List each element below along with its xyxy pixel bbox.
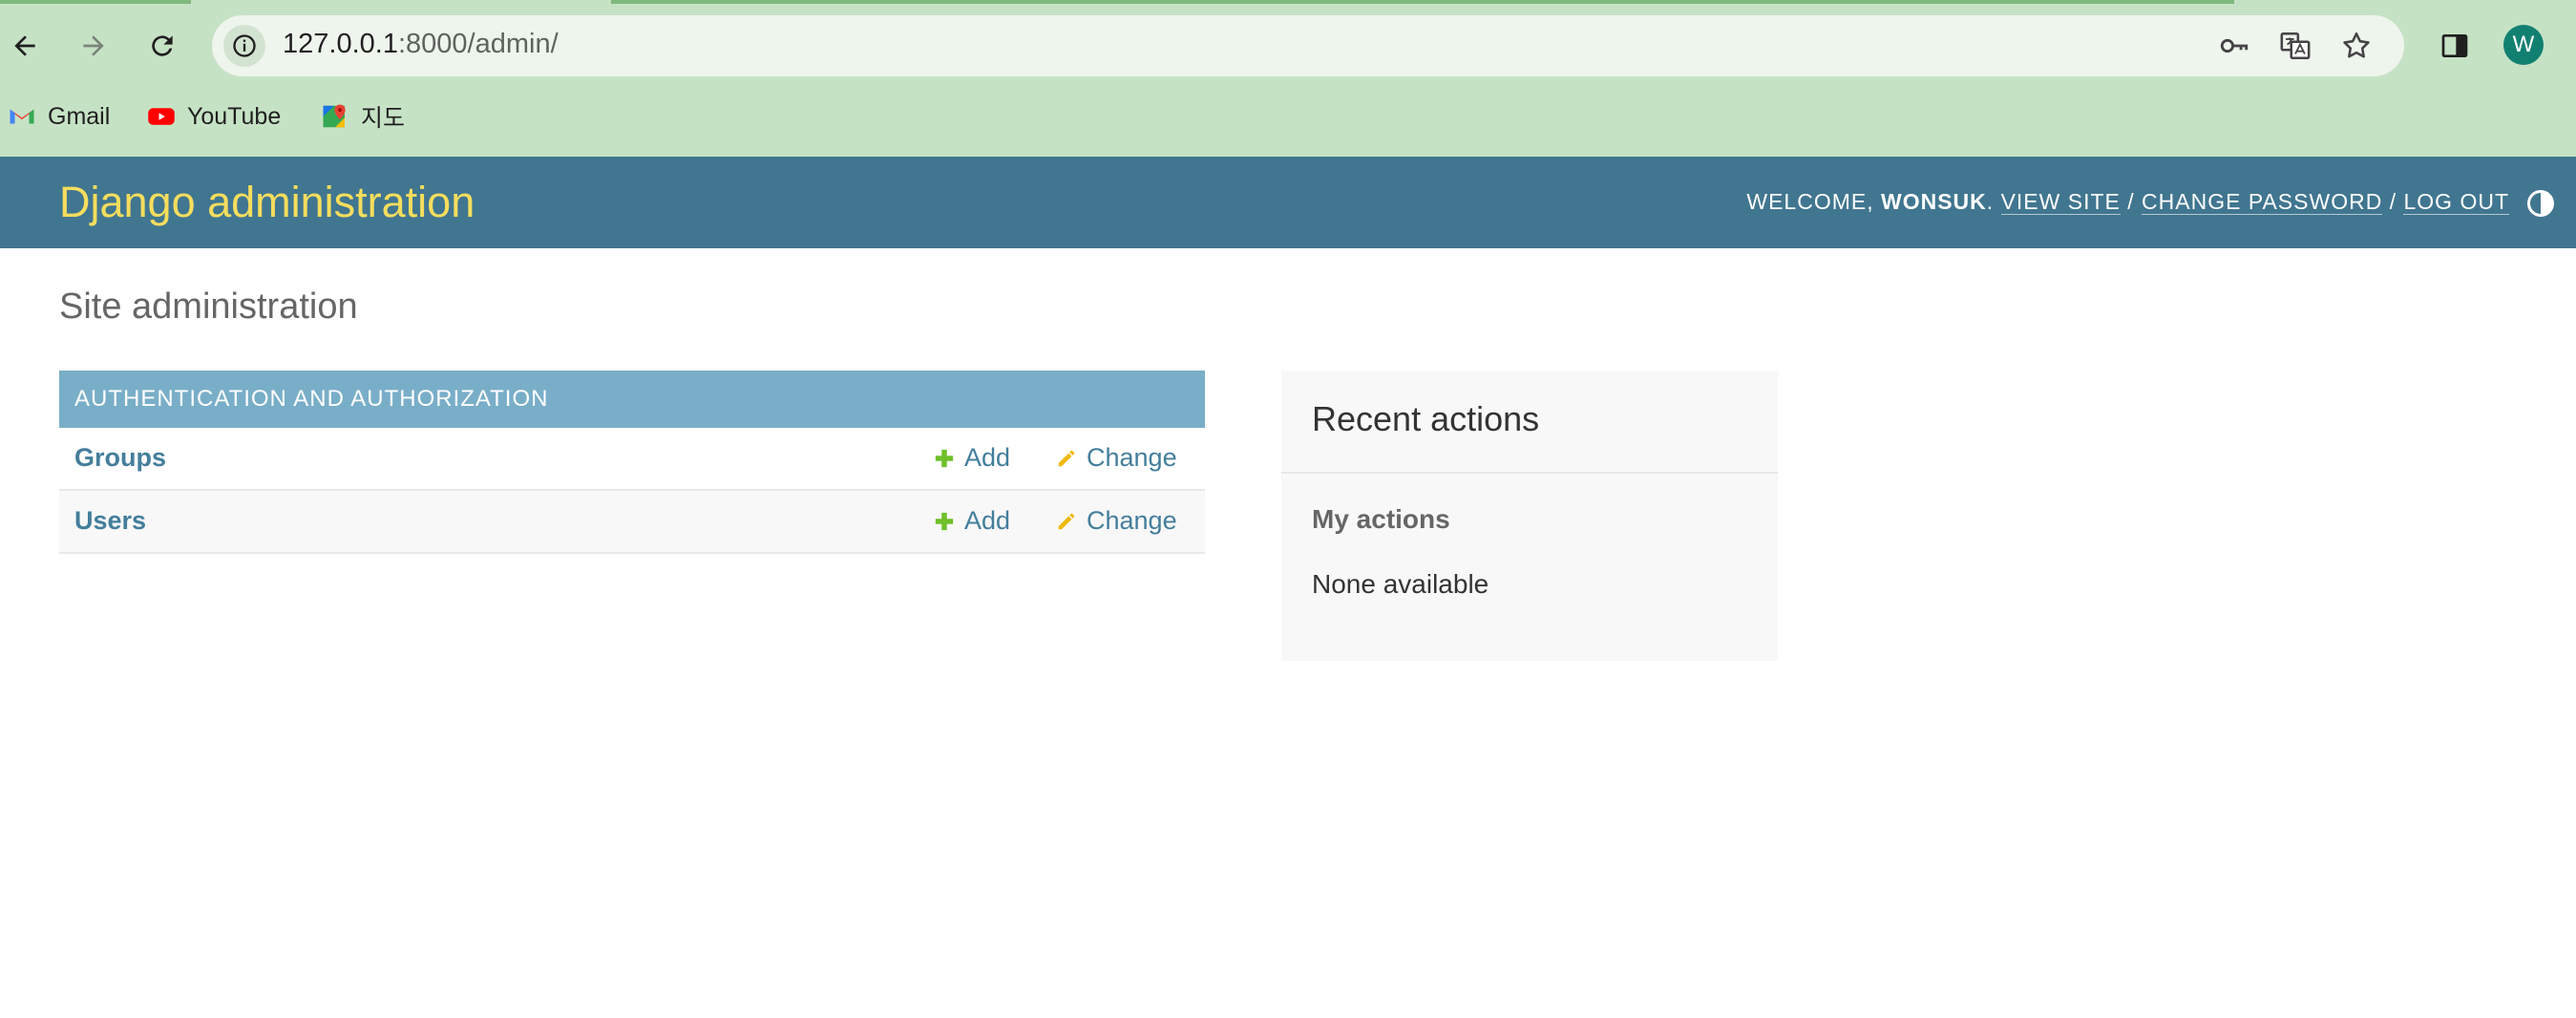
admin-header: Django administration WELCOME, WONSUK. V… — [0, 157, 2576, 248]
change-users-link[interactable]: Change — [1056, 506, 1177, 536]
bookmark-label: 지도 — [361, 105, 406, 132]
translate-button[interactable] — [2276, 27, 2314, 65]
star-icon — [2343, 32, 2370, 58]
add-groups-link[interactable]: Add — [934, 443, 1010, 473]
change-password-link[interactable]: CHANGE PASSWORD — [2142, 189, 2383, 215]
bookmark-maps[interactable]: 지도 — [321, 99, 405, 134]
reload-icon — [152, 35, 173, 56]
translate-icon — [2280, 32, 2311, 60]
key-icon — [2220, 38, 2249, 53]
address-bar[interactable]: 127.0.0.1:8000/admin/ — [212, 15, 2404, 76]
arrow-left-icon — [14, 35, 35, 56]
model-row-users: Users Add Change — [59, 491, 1205, 554]
bookmark-gmail[interactable]: Gmail — [8, 99, 110, 134]
add-users-link[interactable]: Add — [934, 506, 1010, 536]
username: WONSUK — [1881, 189, 1987, 214]
plus-icon — [935, 512, 954, 530]
side-panel-icon — [2441, 34, 2468, 57]
youtube-icon — [147, 102, 176, 131]
welcome-text: WELCOME, — [1746, 189, 1881, 214]
url-text[interactable]: 127.0.0.1:8000/admin/ — [283, 29, 559, 60]
app-module-auth: AUTHENTICATION AND AUTHORIZATION Groups … — [59, 371, 1205, 554]
view-site-link[interactable]: VIEW SITE — [2000, 189, 2121, 215]
add-label: Add — [964, 443, 1011, 472]
app-caption[interactable]: AUTHENTICATION AND AUTHORIZATION — [59, 371, 1205, 428]
model-link-users[interactable]: Users — [74, 506, 146, 536]
back-button[interactable] — [0, 21, 50, 71]
arrow-right-icon — [83, 35, 104, 56]
my-actions-heading: My actions — [1312, 504, 1450, 534]
tab-strip-edge — [0, 0, 191, 4]
change-label: Change — [1087, 443, 1177, 472]
welcome-suffix: . — [1986, 189, 1995, 214]
user-tools: WELCOME, WONSUK. VIEW SITE / CHANGE PASS… — [1746, 189, 2509, 215]
bookmark-label: Gmail — [48, 102, 111, 130]
separator: / — [2120, 189, 2143, 214]
forward-button[interactable] — [69, 21, 118, 71]
site-info-button[interactable] — [223, 25, 265, 67]
pencil-icon — [1058, 450, 1075, 466]
url-host: 127.0.0.1 — [283, 29, 398, 59]
divider — [1281, 472, 1778, 474]
log-out-link[interactable]: LOG OUT — [2403, 189, 2509, 215]
profile-avatar[interactable]: W — [2503, 25, 2544, 65]
site-branding[interactable]: Django administration — [59, 178, 475, 227]
bookmark-label: YouTube — [187, 102, 282, 130]
separator: / — [2382, 189, 2404, 214]
url-path: :8000/admin/ — [397, 29, 559, 59]
reload-button[interactable] — [137, 21, 187, 71]
theme-toggle-icon[interactable] — [2526, 189, 2555, 218]
change-label: Change — [1087, 506, 1177, 535]
browser-chrome: 127.0.0.1:8000/admin/ W Gmail YouTube 지도 — [0, 0, 2576, 159]
recent-actions-panel: Recent actions My actions None available — [1281, 371, 1778, 661]
info-icon — [233, 34, 256, 57]
bookmark-youtube[interactable]: YouTube — [147, 99, 281, 134]
maps-icon — [321, 102, 349, 131]
model-row-groups: Groups Add Change — [59, 428, 1205, 491]
gmail-icon — [8, 102, 36, 131]
password-key-button[interactable] — [2215, 27, 2253, 65]
change-groups-link[interactable]: Change — [1056, 443, 1177, 473]
page-title: Site administration — [59, 286, 358, 327]
tab-strip-edge — [611, 0, 2234, 4]
add-label: Add — [964, 506, 1011, 535]
no-actions-text: None available — [1312, 569, 1489, 599]
recent-actions-title: Recent actions — [1312, 399, 1540, 438]
model-link-groups[interactable]: Groups — [74, 443, 166, 473]
pencil-icon — [1058, 513, 1075, 529]
plus-icon — [935, 449, 954, 467]
bookmark-star-button[interactable] — [2337, 27, 2375, 65]
side-panel-button[interactable] — [2434, 25, 2476, 67]
